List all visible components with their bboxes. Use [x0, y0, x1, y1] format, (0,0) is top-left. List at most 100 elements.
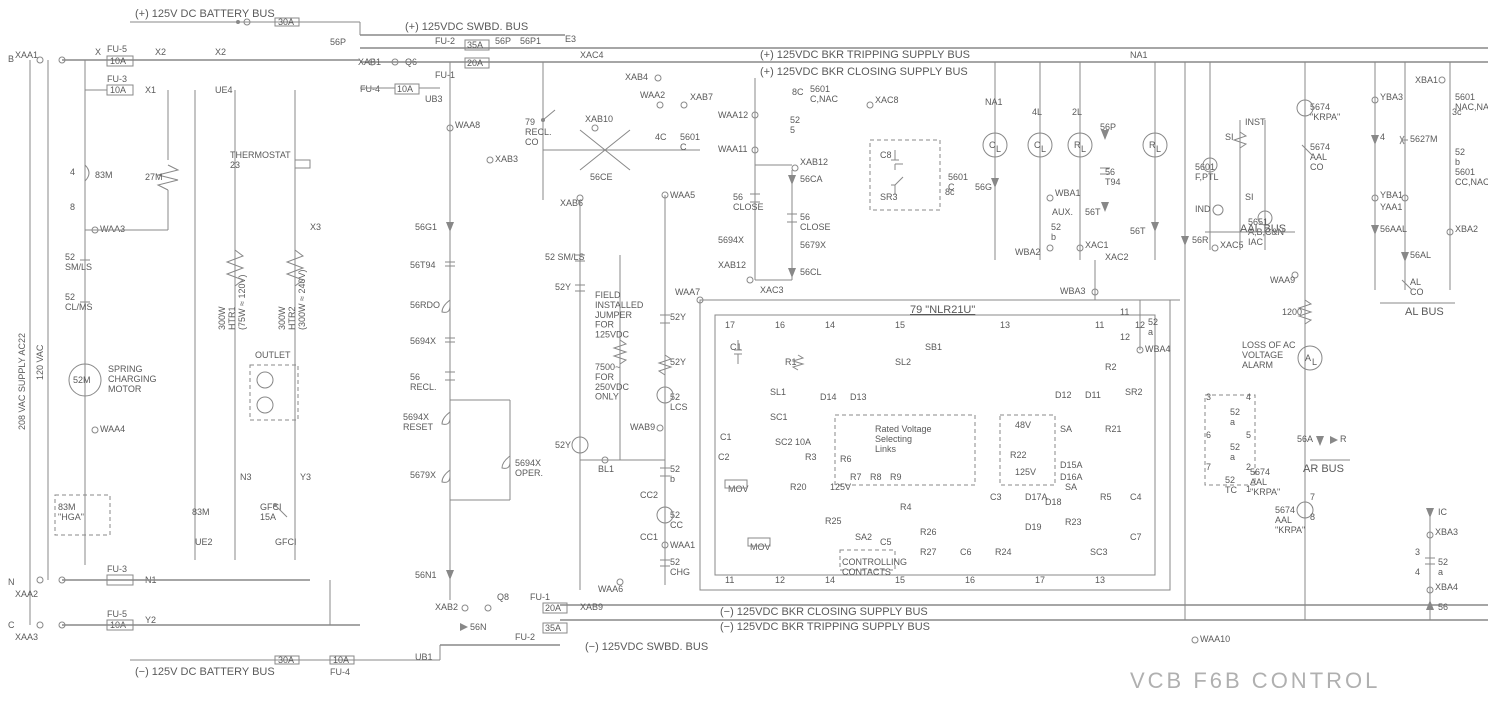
waa12: WAA12 [718, 110, 748, 120]
rt14: 14 [825, 320, 835, 330]
r4: R4 [900, 502, 912, 512]
bus-pos-swbd: (+) 125VDC SWBD. BUS [405, 21, 528, 33]
rt13: 13 [1000, 320, 1010, 330]
83m2: 83M [192, 507, 210, 517]
r8: R8 [870, 472, 882, 482]
lbl-xac4: XAC4 [580, 50, 604, 60]
8c: 8C [792, 87, 804, 97]
rp15: 15 [895, 575, 905, 585]
fu3r: 10A [110, 85, 126, 95]
5674krpa: 5674"KRPA" [1310, 102, 1340, 122]
ue2: UE2 [195, 537, 213, 547]
lbl-fu4t: FU-4 [360, 84, 380, 94]
ub1: UB1 [415, 652, 433, 662]
xab2: XAB2 [435, 602, 458, 612]
c8t: C8 [880, 150, 892, 160]
56cl: 56CL [800, 267, 822, 277]
56t: 56T [1085, 207, 1101, 217]
rp13: 13 [1095, 575, 1105, 585]
52y4: 52Y [555, 440, 571, 450]
therm: THERMOSTAT23 [230, 150, 291, 170]
dp1: 1 [1246, 484, 1251, 494]
rsa: SA [1060, 424, 1072, 434]
wba3: WBA3 [1060, 286, 1086, 296]
d13: D13 [850, 392, 867, 402]
c7: C7 [1130, 532, 1142, 542]
rl1s: L [1081, 144, 1086, 154]
p10a: 10A [795, 437, 811, 447]
c3: C3 [990, 492, 1002, 502]
dp5: 5 [1246, 430, 1251, 440]
52y3: 52Y [670, 357, 686, 367]
d18: D18 [1045, 497, 1062, 507]
als: L [1312, 357, 1317, 367]
r9: R9 [890, 472, 902, 482]
rc1b: C1 [720, 432, 732, 442]
8cr: 8c [945, 187, 955, 197]
q8: Q8 [497, 592, 509, 602]
56n1: 56N1 [415, 570, 437, 580]
lbl-e3: E3 [565, 34, 576, 44]
waa7: WAA7 [675, 287, 700, 297]
52b: 52b [670, 464, 680, 484]
sb1: SB1 [925, 342, 942, 352]
52br: 52b [1051, 222, 1061, 242]
rl2: R [1149, 140, 1156, 150]
col-56: WAA8 XAB3 56G1 56T94 56RDO 5694X 56RECL.… [403, 62, 543, 600]
yba3: YBA3 [1380, 92, 1403, 102]
c5: C5 [880, 537, 892, 547]
sl2: SL2 [895, 357, 911, 367]
wba1: WBA1 [1055, 188, 1081, 198]
52m: 52M [73, 375, 91, 385]
52b2: 52b [1455, 147, 1465, 167]
jumper: FIELDINSTALLEDJUMPERFOR125VDC [595, 290, 644, 340]
y2: Y2 [145, 615, 156, 625]
rt16: 16 [775, 320, 785, 330]
p125v2: 125V [830, 482, 851, 492]
waa2: WAA2 [640, 90, 665, 100]
f30b: 30A [278, 655, 294, 665]
xab3: XAB3 [495, 154, 518, 164]
bus-neg-swbd: (−) 125VDC SWBD. BUS [585, 641, 708, 653]
fp4: 4 [1380, 132, 1385, 142]
cc1: CC1 [640, 532, 658, 542]
xaa2: XAA2 [15, 589, 38, 599]
52as: 52a [1148, 317, 1158, 337]
56b: 56 [1438, 602, 1448, 612]
bus-pos-batt: (+) 125V DC BATTERY BUS [135, 8, 275, 20]
lbl-56p2: 56P [495, 36, 511, 46]
dp7: 7 [1206, 462, 1211, 472]
xba2: XBA2 [1455, 224, 1478, 234]
56t94r: 56T94 [1105, 167, 1121, 187]
rl1: R [1074, 140, 1081, 150]
xab10: XAB10 [585, 114, 613, 124]
y3: Y3 [300, 472, 311, 482]
left-ac-column: XAA1 B X 10A FU-5 X2 X2 10A FU-3 X1 UE4 … [8, 44, 360, 642]
rp14: 14 [825, 575, 835, 585]
r26: R26 [920, 527, 937, 537]
bus-neg-close: (−) 125VDC BKR CLOSING SUPPLY BUS [720, 606, 928, 618]
lbl-xab4: XAB4 [625, 72, 648, 82]
mov2: MOV [750, 542, 771, 552]
d1200: 1200 [1282, 307, 1302, 317]
cc2: CC2 [640, 490, 658, 500]
ctc: CONTROLLINGCONTACTS [842, 557, 907, 577]
dp3: 3 [1206, 392, 1211, 402]
fu2br: 35A [545, 623, 561, 633]
fu1br: 20A [545, 603, 561, 613]
lbl-fu4t-r: 10A [397, 84, 413, 94]
52a3: 52a [1438, 557, 1448, 577]
svg-text:2L: 2L [1072, 107, 1082, 117]
ic: IC [1438, 507, 1448, 517]
hga: 83M"HGA" [58, 502, 84, 522]
lbl-B: B [8, 54, 14, 64]
right-area: NA1 CL CL RL RL 56G 56P 56T94 56T 56T AU… [975, 50, 1488, 644]
lbl-ub3: UB3 [425, 94, 443, 104]
lbl-208vac: 208 VAC SUPPLY AC22 [17, 333, 27, 430]
arbus: AR BUS [1303, 463, 1344, 475]
inst: INST [1245, 117, 1266, 127]
svg-text:4L: 4L [1032, 107, 1042, 117]
56t94: 56T94 [410, 260, 436, 270]
lbl-x: X [95, 47, 101, 57]
rp11: 11 [725, 575, 734, 585]
